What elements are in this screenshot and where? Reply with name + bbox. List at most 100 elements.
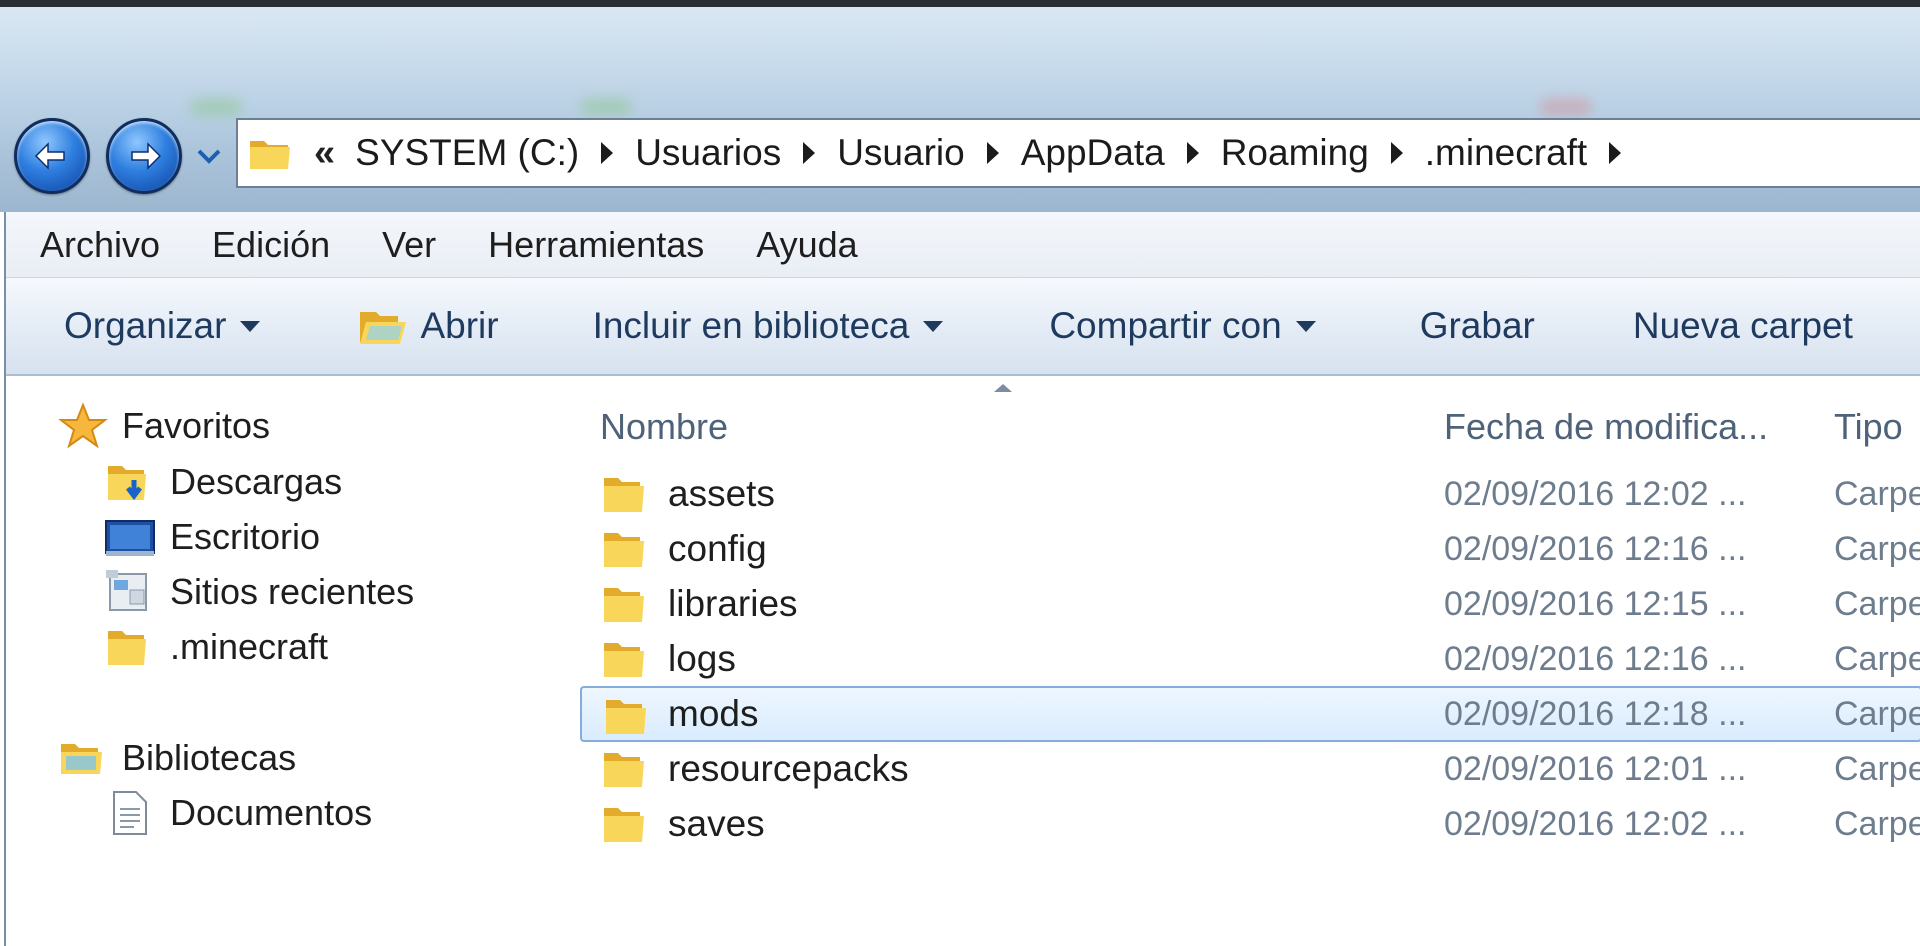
blurred-taskbar-glow [580, 98, 632, 116]
command-bar: Organizar Abrir Incluir en biblioteca Co… [6, 278, 1920, 376]
folder-icon [604, 478, 644, 512]
nav-item-label: Documentos [170, 792, 373, 833]
menu-ver[interactable]: Ver [382, 224, 436, 266]
nav-libraries-label: Bibliotecas [122, 737, 297, 778]
recent-places-icon [106, 570, 147, 611]
open-button[interactable]: Abrir [358, 304, 499, 348]
folder-icon [604, 643, 644, 677]
blurred-taskbar-glow [1540, 98, 1592, 116]
file-date: 02/09/2016 12:15 ... [1444, 584, 1747, 623]
nav-item-label: Descargas [170, 461, 343, 502]
file-date: 02/09/2016 12:16 ... [1444, 529, 1747, 568]
file-row-assets[interactable]: assets 02/09/2016 12:02 ... Carpe [586, 466, 1920, 522]
file-row-logs[interactable]: logs 02/09/2016 12:16 ... Carpe [586, 631, 1920, 687]
window-titlebar: « SYSTEM (C:) Usuarios Usuario AppData R… [0, 0, 1920, 212]
breadcrumb-system-c[interactable]: SYSTEM (C:) [355, 132, 579, 174]
chevron-down-icon [240, 320, 261, 332]
breadcrumb-separator-icon[interactable] [986, 142, 999, 164]
open-folder-icon [360, 312, 407, 344]
file-row-libraries[interactable]: libraries 02/09/2016 12:15 ... Carpe [586, 576, 1920, 632]
window-top-edge [0, 0, 1920, 7]
file-type: Carpe [1834, 694, 1920, 733]
chevron-down-icon [923, 320, 944, 332]
file-type: Carpe [1834, 584, 1920, 623]
breadcrumb-separator-icon[interactable] [1609, 142, 1622, 164]
file-name: saves [668, 803, 765, 844]
organize-button[interactable]: Organizar [64, 305, 261, 347]
breadcrumb-overflow-chevron[interactable]: « [314, 132, 335, 175]
folder-icon [606, 700, 646, 734]
menu-ayuda[interactable]: Ayuda [756, 224, 857, 266]
nav-item-documentos[interactable]: Documentos [104, 789, 372, 837]
forward-button[interactable] [106, 118, 182, 194]
file-name: logs [668, 638, 736, 679]
column-header-date[interactable]: Fecha de modifica... [1444, 406, 1768, 448]
nav-favorites[interactable]: Favoritos [58, 402, 270, 450]
new-folder-label: Nueva carpet [1632, 305, 1853, 346]
column-header-type[interactable]: Tipo [1834, 406, 1903, 448]
sort-ascending-icon [994, 384, 1012, 392]
breadcrumb-appdata[interactable]: AppData [1021, 132, 1165, 174]
nav-favorites-label: Favoritos [122, 405, 271, 446]
back-button[interactable] [14, 118, 90, 194]
file-date: 02/09/2016 12:02 ... [1444, 474, 1747, 513]
organize-label: Organizar [64, 305, 227, 346]
file-date: 02/09/2016 12:01 ... [1444, 749, 1747, 788]
folder-icon [604, 753, 644, 787]
folder-icon [108, 631, 146, 665]
file-name: mods [668, 693, 759, 734]
nav-item-label: .minecraft [170, 626, 329, 667]
file-row-mods[interactable]: mods 02/09/2016 12:18 ... Carpe [580, 686, 1920, 742]
file-row-saves[interactable]: saves 02/09/2016 12:02 ... Carpe [586, 796, 1920, 852]
address-bar[interactable]: « SYSTEM (C:) Usuarios Usuario AppData R… [236, 118, 1920, 188]
breadcrumb-separator-icon[interactable] [1390, 142, 1403, 164]
folder-icon [604, 808, 644, 842]
column-header-name[interactable]: Nombre [600, 406, 728, 448]
nav-item-sitios-recientes[interactable]: Sitios recientes [104, 568, 414, 616]
include-library-label: Incluir en biblioteca [592, 305, 910, 346]
file-row-config[interactable]: config 02/09/2016 12:16 ... Carpe [586, 521, 1920, 577]
document-icon [113, 791, 147, 835]
breadcrumb-separator-icon[interactable] [1186, 142, 1199, 164]
file-name: config [668, 528, 767, 569]
folder-icon [604, 533, 644, 567]
breadcrumb-separator-icon[interactable] [601, 142, 614, 164]
nav-item-label: Escritorio [170, 516, 321, 557]
breadcrumb-roaming[interactable]: Roaming [1221, 132, 1369, 174]
menu-archivo[interactable]: Archivo [40, 224, 160, 266]
file-date: 02/09/2016 12:02 ... [1444, 804, 1747, 843]
breadcrumb-usuarios[interactable]: Usuarios [635, 132, 781, 174]
breadcrumb-minecraft[interactable]: .minecraft [1425, 132, 1587, 174]
file-date: 02/09/2016 12:16 ... [1444, 639, 1747, 678]
file-list: Nombre Fecha de modifica... Tipo assets … [580, 376, 1920, 946]
breadcrumb-separator-icon[interactable] [803, 142, 816, 164]
blurred-taskbar-glow [190, 98, 242, 116]
file-row-resourcepacks[interactable]: resourcepacks 02/09/2016 12:01 ... Carpe [586, 741, 1920, 797]
back-arrow-icon [34, 142, 65, 170]
file-type: Carpe [1834, 749, 1920, 788]
breadcrumb-usuario[interactable]: Usuario [837, 132, 965, 174]
navigation-pane: Favoritos Descargas Escritorio Sitios re… [6, 376, 566, 946]
file-type: Carpe [1834, 474, 1920, 513]
nav-item-minecraft[interactable]: .minecraft [104, 623, 328, 671]
include-in-library-button[interactable]: Incluir en biblioteca [593, 305, 944, 347]
folder-icon [250, 141, 290, 169]
nav-item-escritorio[interactable]: Escritorio [104, 513, 320, 561]
star-icon [58, 402, 108, 449]
share-with-button[interactable]: Compartir con [1049, 305, 1316, 347]
explorer-window: Archivo Edición Ver Herramientas Ayuda O… [4, 212, 1920, 946]
file-type: Carpe [1834, 529, 1920, 568]
recent-pages-dropdown-icon[interactable] [196, 146, 222, 166]
libraries-icon [61, 744, 102, 774]
open-label: Abrir [420, 305, 499, 346]
file-date: 02/09/2016 12:18 ... [1444, 694, 1747, 733]
menu-herramientas[interactable]: Herramientas [488, 224, 704, 266]
folder-icon [604, 588, 644, 622]
new-folder-button[interactable]: Nueva carpet [1633, 305, 1853, 347]
nav-item-descargas[interactable]: Descargas [104, 458, 342, 506]
burn-button[interactable]: Grabar [1420, 305, 1535, 347]
menu-edicion[interactable]: Edición [212, 224, 330, 266]
forward-arrow-icon [131, 142, 162, 170]
file-name: libraries [668, 583, 798, 624]
nav-libraries[interactable]: Bibliotecas [58, 734, 296, 782]
